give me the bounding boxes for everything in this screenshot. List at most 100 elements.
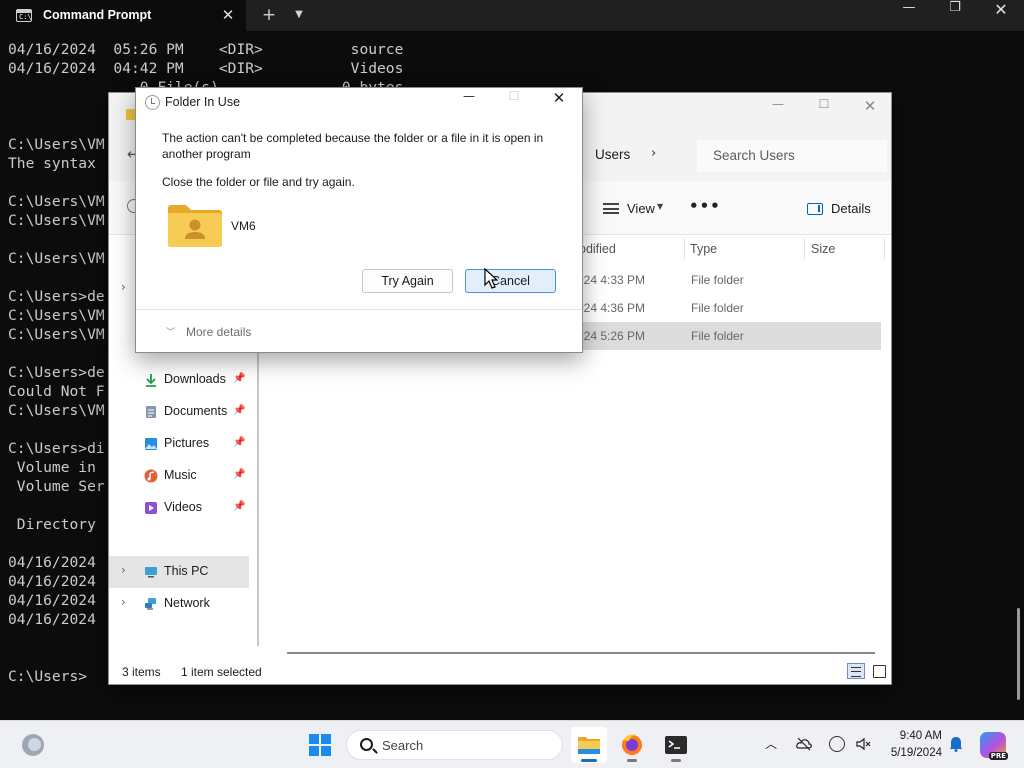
item-count: 3 items xyxy=(122,665,161,679)
pin-icon[interactable]: 📌 xyxy=(233,437,245,448)
weather-widget-icon[interactable] xyxy=(22,734,44,756)
network-globe-icon[interactable] xyxy=(829,736,845,752)
chevron-up-icon[interactable]: ︿ xyxy=(765,735,777,752)
cell-type: File folder xyxy=(691,273,744,287)
explorer-minimize-button[interactable]: — xyxy=(755,97,801,125)
dialog-maximize-button: ☐ xyxy=(508,89,520,103)
view-label: View xyxy=(627,201,655,216)
clock-icon xyxy=(145,95,160,110)
user-folder-icon xyxy=(168,205,222,247)
sidebar-item-music[interactable]: Music 📌 xyxy=(109,460,249,492)
sidebar-item-downloads[interactable]: Downloads 📌 xyxy=(109,364,249,396)
dialog-instruction: Close the folder or file and try again. xyxy=(162,175,355,189)
chevron-right-icon[interactable]: › xyxy=(651,146,656,161)
chevron-down-icon: ▼ xyxy=(657,202,664,211)
pin-icon[interactable]: 📌 xyxy=(233,405,245,416)
sidebar-item-videos[interactable]: Videos 📌 xyxy=(109,492,249,524)
volume-muted-icon[interactable] xyxy=(855,736,871,752)
video-icon xyxy=(145,502,157,514)
taskbar-terminal[interactable] xyxy=(658,727,694,763)
computer-icon xyxy=(145,567,157,578)
search-placeholder: Search Users xyxy=(713,148,795,163)
dialog-message: The action can't be completed because th… xyxy=(162,131,544,161)
more-details-toggle[interactable]: More details xyxy=(186,325,251,339)
column-separator[interactable] xyxy=(884,238,885,260)
windows-logo-pane xyxy=(309,746,319,756)
explorer-close-button[interactable]: ✕ xyxy=(847,97,893,125)
pin-icon[interactable]: 📌 xyxy=(233,501,245,512)
divider xyxy=(136,309,582,310)
windows-logo-pane xyxy=(321,746,331,756)
terminal-icon xyxy=(665,736,687,754)
sidebar-item-label: Music xyxy=(164,468,197,482)
horizontal-scrollbar[interactable] xyxy=(287,652,875,654)
chevron-right-icon[interactable]: › xyxy=(121,595,126,609)
terminal-scrollbar[interactable] xyxy=(1017,608,1020,700)
close-button[interactable]: ✕ xyxy=(978,0,1024,31)
windows-logo-pane xyxy=(309,734,319,744)
close-tab-icon[interactable]: ✕ xyxy=(218,3,238,27)
dialog-title: Folder In Use xyxy=(165,95,241,109)
new-tab-icon[interactable]: + xyxy=(259,3,279,27)
column-date-modified[interactable]: odified xyxy=(579,242,616,256)
running-indicator xyxy=(671,759,681,762)
status-bar: 3 items 1 item selected xyxy=(109,658,891,684)
taskbar-search-box[interactable]: Search xyxy=(346,730,563,760)
breadcrumb[interactable]: Users › xyxy=(585,140,691,172)
firefox-icon xyxy=(622,734,642,755)
cell-modified: 024 4:36 PM xyxy=(577,301,646,315)
network-icon xyxy=(145,598,156,610)
chevron-down-icon[interactable]: ﹀ xyxy=(166,325,175,338)
column-separator[interactable] xyxy=(684,238,685,260)
pin-icon[interactable]: 📌 xyxy=(233,469,245,480)
folder-name: VM6 xyxy=(231,219,256,233)
folder-in-use-dialog: Folder In Use — ☐ ✕ The action can't be … xyxy=(135,87,583,353)
view-list-icon xyxy=(603,203,619,214)
cell-type: File folder xyxy=(691,329,744,343)
chevron-down-icon[interactable]: ▼ xyxy=(289,3,309,27)
dialog-minimize-button[interactable]: — xyxy=(447,89,491,117)
document-icon xyxy=(146,406,156,418)
details-view-icon[interactable] xyxy=(847,663,865,679)
more-options-button[interactable]: ••• xyxy=(689,195,720,223)
details-pane-button[interactable]: Details xyxy=(801,195,877,223)
sidebar-item-network[interactable]: › Network xyxy=(109,588,249,620)
notification-bell-icon[interactable] xyxy=(949,736,963,752)
explorer-maximize-button[interactable]: ☐ xyxy=(801,97,847,125)
taskbar-file-explorer[interactable] xyxy=(571,727,607,763)
column-type[interactable]: Type xyxy=(690,242,717,256)
sidebar-item-label: Videos xyxy=(164,500,202,514)
pin-icon[interactable]: 📌 xyxy=(233,373,245,384)
search-input[interactable]: Search Users xyxy=(697,140,887,172)
minimize-button[interactable]: — xyxy=(886,0,932,31)
onedrive-offline-icon[interactable] xyxy=(796,736,812,752)
start-button[interactable] xyxy=(309,734,331,756)
sidebar-item-this-pc[interactable]: › This PC xyxy=(109,556,249,588)
column-separator[interactable] xyxy=(804,238,805,260)
chevron-right-icon[interactable]: › xyxy=(121,280,126,294)
copilot-icon[interactable]: PRE xyxy=(980,732,1008,760)
column-size[interactable]: Size xyxy=(811,242,835,256)
dialog-close-button[interactable]: ✕ xyxy=(537,89,581,117)
view-button[interactable]: View ▼ xyxy=(597,195,673,223)
sidebar-item-documents[interactable]: Documents 📌 xyxy=(109,396,249,428)
search-icon xyxy=(360,738,373,751)
sidebar-item-label: Network xyxy=(164,596,210,610)
breadcrumb-users[interactable]: Users xyxy=(595,147,630,162)
terminal-tab-title: Command Prompt xyxy=(43,8,152,22)
cancel-button[interactable]: Cancel xyxy=(465,269,556,293)
clock-time[interactable]: 9:40 AM xyxy=(886,730,942,742)
mouse-cursor-icon xyxy=(484,268,498,289)
clock-date[interactable]: 5/19/2024 xyxy=(880,747,942,759)
tiles-view-icon[interactable] xyxy=(871,663,887,679)
cell-type: File folder xyxy=(691,301,744,315)
cell-modified: 024 5:26 PM xyxy=(577,329,646,343)
restore-button[interactable]: ❐ xyxy=(932,0,978,31)
sidebar-item-label: Pictures xyxy=(164,436,210,450)
terminal-tab[interactable]: C:\ Command Prompt ✕ xyxy=(0,0,246,31)
chevron-right-icon[interactable]: › xyxy=(121,563,126,577)
sidebar-item-pictures[interactable]: Pictures 📌 xyxy=(109,428,249,460)
sidebar-item-label: Downloads xyxy=(164,372,226,386)
taskbar-firefox[interactable] xyxy=(614,727,650,763)
try-again-button[interactable]: Try Again xyxy=(362,269,453,293)
